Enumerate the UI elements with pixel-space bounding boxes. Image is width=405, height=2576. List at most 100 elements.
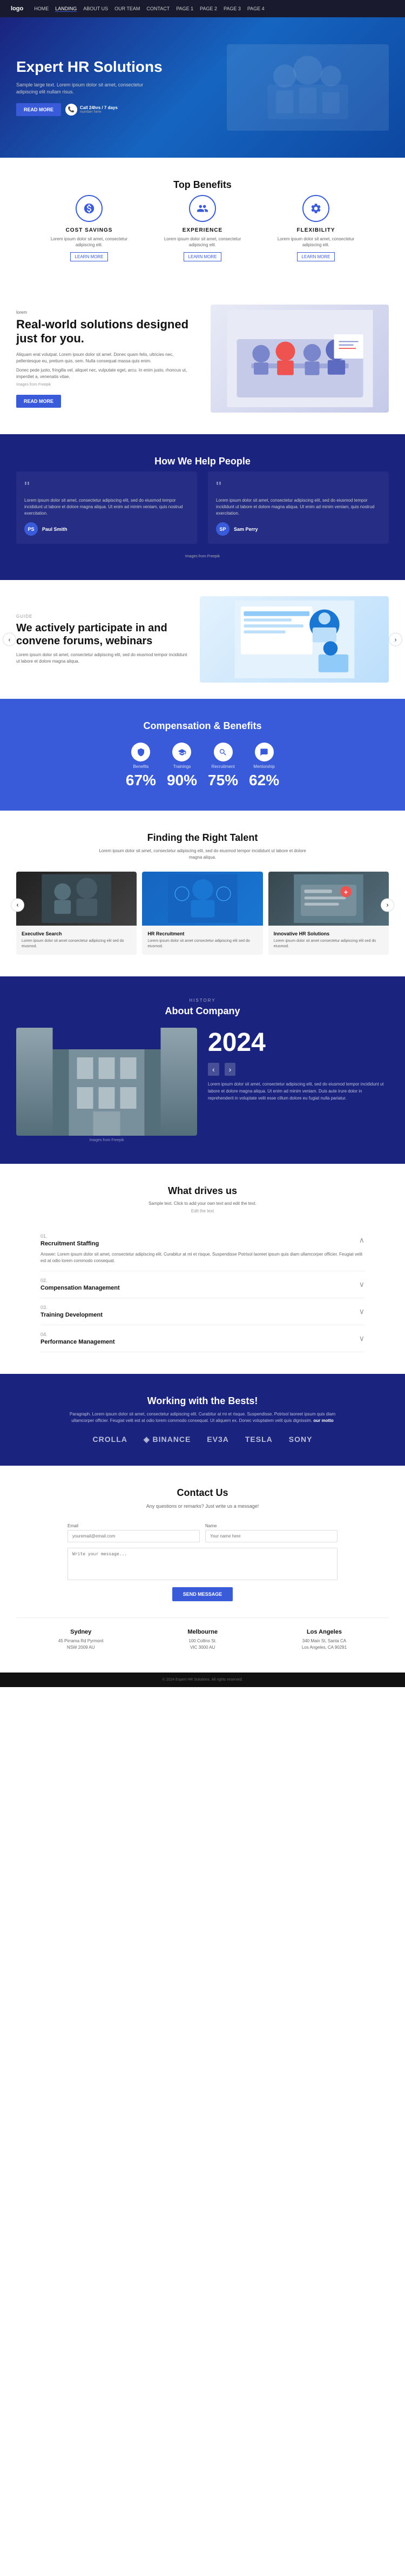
faq-2-header[interactable]: 02. Compensation Management ∨ <box>40 1278 364 1291</box>
comp-mentorship-percent: 62% <box>249 772 279 789</box>
faq-3-num: 03. <box>40 1305 103 1310</box>
office-los-angeles: Los Angeles 340 Main St, Santa CALos Ang… <box>302 1629 347 1651</box>
nav-about[interactable]: ABOUT US <box>83 6 108 12</box>
faq-item-3: 03. Training Development ∨ <box>40 1298 364 1325</box>
forums-section: ‹ GUIDE We actively participate in and c… <box>0 580 405 699</box>
benefit-experience-btn[interactable]: LEARN MORE <box>184 252 222 261</box>
hero-read-more-button[interactable]: READ MORE <box>16 103 61 116</box>
nav-logo[interactable]: logo <box>11 5 23 12</box>
nav-page4[interactable]: PAGE 4 <box>247 6 265 12</box>
contact-subtitle: Any questions or remarks? Just write us … <box>68 1503 338 1510</box>
about-nav: ‹ › <box>208 1063 389 1076</box>
nav-home[interactable]: HOME <box>34 6 49 12</box>
about-small-label: HISTORY <box>16 998 389 1003</box>
comp-recruitment-percent: 75% <box>208 772 238 789</box>
contact-section: Contact Us Any questions or remarks? Jus… <box>0 1466 405 1673</box>
flexibility-icon <box>302 195 329 222</box>
author-1-avatar: PS <box>24 522 38 536</box>
mentorship-icon <box>255 743 274 761</box>
faq-2-chevron-icon: ∨ <box>359 1280 364 1289</box>
benefit-flexibility-btn[interactable]: LEARN MORE <box>297 252 335 261</box>
email-input[interactable] <box>68 1530 200 1542</box>
forums-body: Lorem ipsum dolor sit amet, consectetur … <box>16 652 189 665</box>
name-input[interactable] <box>205 1530 338 1542</box>
nav-page2[interactable]: PAGE 2 <box>200 6 217 12</box>
real-world-small-label: lorem <box>16 310 194 315</box>
hero-call: 📞 Call 24hrs / 7 days number here <box>65 104 118 116</box>
compensation-title: Compensation & Benefits <box>16 720 389 732</box>
quote-mark-2: " <box>216 480 381 495</box>
message-textarea[interactable] <box>68 1548 338 1580</box>
talent-card-hr-body: HR Recruitment Lorem ipsum dolor sit ame… <box>142 926 262 955</box>
faq-1-header[interactable]: 01. Recruitment Staffing ∧ <box>40 1233 364 1247</box>
compensation-grid: Benefits 67% Trainings 90% Recruitment 7… <box>16 743 389 789</box>
nav-contact[interactable]: CONTACT <box>146 6 170 12</box>
about-prev-button[interactable]: ‹ <box>208 1063 219 1076</box>
real-world-image-box <box>211 305 389 413</box>
real-world-title: Real-world solutions designed just for y… <box>16 318 194 346</box>
talent-card-executive-image <box>16 872 137 926</box>
hero-image-area <box>178 44 389 131</box>
about-next-button[interactable]: › <box>225 1063 236 1076</box>
author-1-name: Paul Smith <box>42 527 68 532</box>
nav-landing[interactable]: LANDING <box>55 6 77 12</box>
real-world-image <box>211 305 389 413</box>
comp-benefits-label: Benefits <box>126 764 156 769</box>
experience-icon <box>189 195 216 222</box>
faq-1-chevron-icon: ∧ <box>359 1236 364 1245</box>
nav-team[interactable]: OUR TEAM <box>114 6 140 12</box>
about-image-attr: Images from Freepik <box>16 1138 197 1142</box>
office-sydney: Sydney 45 Pirrama Rd PyrmontNSW 2009 AU <box>58 1629 104 1651</box>
office-melbourne-city: Melbourne <box>187 1629 218 1635</box>
name-field-group: Name <box>205 1523 338 1542</box>
hero-section: Expert HR Solutions Sample large text. L… <box>0 17 405 158</box>
real-world-body2: Donec pede justo, fringilla vel, aliquet… <box>16 367 194 380</box>
contact-form-row-1: Email Name <box>68 1523 338 1542</box>
logo-sony: SONY <box>289 1435 313 1444</box>
forums-image-box <box>200 596 389 683</box>
faq-4-header[interactable]: 04. Performance Management ∨ <box>40 1332 364 1345</box>
about-body: Lorem ipsum dolor sit amet, consectetur … <box>208 1081 389 1102</box>
send-message-button[interactable]: SEND MESSAGE <box>172 1587 233 1601</box>
testimonial-1-author: PS Paul Smith <box>24 522 189 536</box>
bests-paragraph: Paragraph. Lorem ipsum dolor sit amet, c… <box>68 1411 338 1424</box>
drives-sub: Edit the text <box>16 1209 389 1213</box>
talent-card-innovative-title: Innovative HR Solutions <box>274 931 383 936</box>
talent-card-innovative-image: + <box>268 872 389 926</box>
office-sydney-address: 45 Pirrama Rd PyrmontNSW 2009 AU <box>58 1638 104 1651</box>
faq-3-chevron-icon: ∨ <box>359 1307 364 1316</box>
talent-carousel-prev-button[interactable]: ‹ <box>11 898 24 912</box>
nav-page1[interactable]: PAGE 1 <box>176 6 193 12</box>
author-2-name: Sam Perry <box>234 527 258 532</box>
name-label: Name <box>205 1523 338 1528</box>
nav-page3[interactable]: PAGE 3 <box>224 6 241 12</box>
about-title: About Company <box>16 1006 389 1017</box>
navigation: logo HOME LANDING ABOUT US OUR TEAM CONT… <box>0 0 405 17</box>
forums-carousel-prev-button[interactable]: ‹ <box>3 633 16 646</box>
forums-title: We actively participate in and convene f… <box>16 622 189 648</box>
faq-3-title: Training Development <box>40 1312 103 1318</box>
benefits-icon <box>131 743 150 761</box>
contact-form: Email Name SEND MESSAGE <box>68 1523 338 1601</box>
real-world-read-more-button[interactable]: READ MORE <box>16 395 61 408</box>
talent-card-hr-image <box>142 872 262 926</box>
talent-card-innovative-text: Lorem ipsum dolor sit amet consectetur a… <box>274 939 383 949</box>
real-world-section: lorem Real-world solutions designed just… <box>0 283 405 434</box>
about-image: Images from Freepik <box>16 1028 197 1142</box>
about-image-box <box>16 1028 197 1136</box>
logo-crolla: CROLLA <box>93 1435 127 1444</box>
benefit-cost-savings-btn[interactable]: LEARN MORE <box>70 252 109 261</box>
talent-carousel-next-button[interactable]: › <box>381 898 394 912</box>
benefits-title: Top Benefits <box>16 179 389 191</box>
talent-card-executive-body: Executive Search Lorem ipsum dolor sit a… <box>16 926 137 955</box>
office-melbourne: Melbourne 100 Collins St.VIC 3000 AU <box>187 1629 218 1651</box>
forums-carousel-next-button[interactable]: › <box>389 633 402 646</box>
real-world-text: lorem Real-world solutions designed just… <box>16 310 194 408</box>
footer-text: © 2024 Expert HR Solutions. All rights r… <box>162 1678 242 1682</box>
partner-logos: CROLLA ◈ BINANCE EV3A TESLA SONY <box>16 1435 389 1444</box>
hero-content: Expert HR Solutions Sample large text. L… <box>16 59 178 117</box>
how-help-attr: Images from Freepik <box>16 555 389 558</box>
faq-3-header[interactable]: 03. Training Development ∨ <box>40 1305 364 1318</box>
logo-tesla: TESLA <box>245 1435 273 1444</box>
bests-section: Working with the Bests! Paragraph. Lorem… <box>0 1374 405 1466</box>
